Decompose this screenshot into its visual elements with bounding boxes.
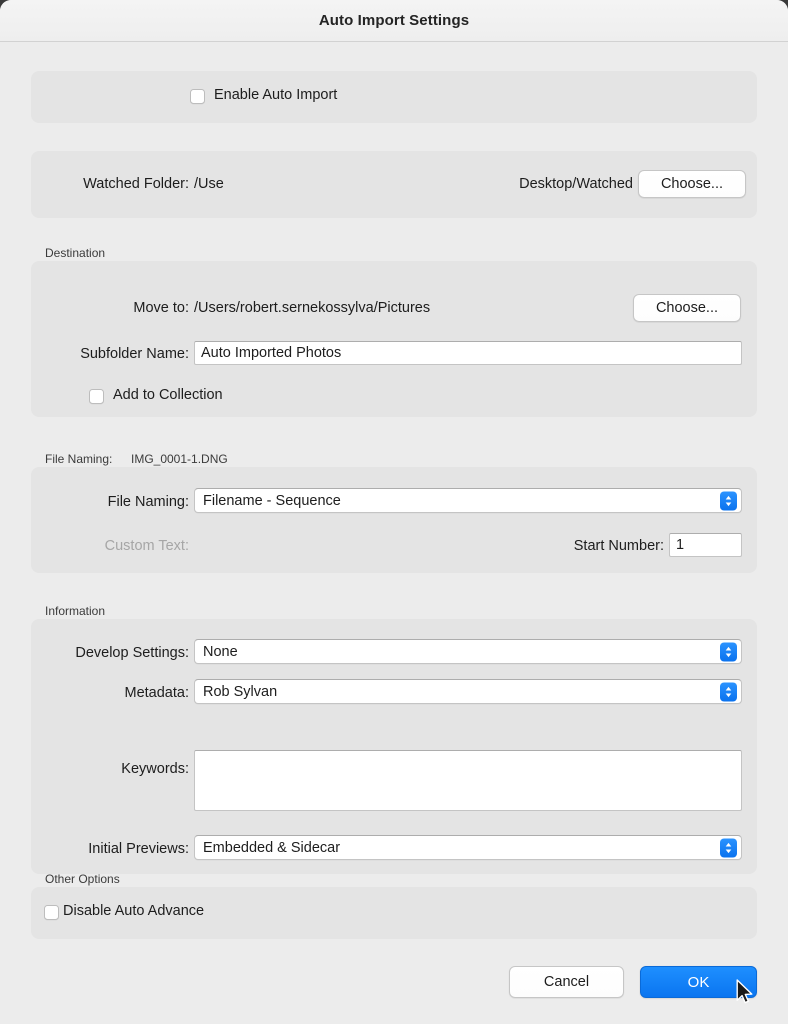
initial-previews-select-value: Embedded & Sidecar [203, 839, 341, 856]
custom-text-label: Custom Text: [104, 538, 189, 554]
enable-auto-import-label: Enable Auto Import [214, 87, 338, 103]
cancel-button[interactable]: Cancel [509, 966, 624, 998]
metadata-select[interactable]: Rob Sylvan [194, 679, 742, 704]
disable-auto-advance-checkbox[interactable] [44, 905, 59, 920]
keywords-input[interactable] [194, 750, 742, 811]
disable-auto-advance-label: Disable Auto Advance [63, 903, 205, 919]
chevron-updown-icon [720, 491, 737, 510]
subfolder-name-input[interactable]: Auto Imported Photos [194, 341, 742, 365]
information-section-label: Information [45, 604, 106, 618]
start-number-input[interactable]: 1 [669, 533, 742, 557]
move-to-path: /Users/robert.sernekossylva/Pictures [194, 300, 431, 316]
start-number-label: Start Number: [573, 538, 664, 554]
add-to-collection-checkbox[interactable] [89, 389, 104, 404]
develop-settings-select[interactable]: None [194, 639, 742, 664]
auto-import-settings-window: Auto Import Settings Enable Auto Import … [0, 0, 788, 1024]
move-to-label: Move to: [133, 300, 189, 316]
watched-folder-label: Watched Folder: [83, 176, 189, 192]
initial-previews-select[interactable]: Embedded & Sidecar [194, 835, 742, 860]
other-options-panel: Disable Auto Advance [31, 887, 757, 939]
develop-settings-label: Develop Settings: [75, 645, 189, 661]
add-to-collection-label: Add to Collection [113, 387, 223, 403]
destination-choose-button[interactable]: Choose... [633, 294, 741, 322]
file-naming-preview: IMG_0001-1.DNG [131, 452, 228, 466]
keywords-label: Keywords: [121, 761, 189, 777]
information-panel: Develop Settings: None Metadata: Rob Syl… [31, 619, 757, 874]
chevron-updown-icon [720, 682, 737, 701]
destination-section-label: Destination [45, 246, 106, 260]
destination-panel: Move to: /Users/robert.sernekossylva/Pic… [31, 261, 757, 417]
watched-folder-path-start: /Use [194, 176, 224, 192]
file-naming-panel: File Naming: Filename - Sequence Custom … [31, 467, 757, 573]
file-naming-select[interactable]: Filename - Sequence [194, 488, 742, 513]
chevron-updown-icon [720, 838, 737, 857]
window-title: Auto Import Settings [318, 12, 470, 29]
dialog-content: Enable Auto Import Watched Folder: /Use … [0, 43, 788, 1024]
watched-folder-panel: Watched Folder: /Use Desktop/Watched Cho… [31, 151, 757, 218]
ok-button[interactable]: OK [640, 966, 757, 998]
enable-auto-import-panel: Enable Auto Import [31, 71, 757, 123]
metadata-label: Metadata: [124, 685, 190, 701]
subfolder-name-label: Subfolder Name: [80, 346, 189, 362]
develop-settings-select-value: None [203, 643, 238, 660]
chevron-updown-icon [720, 642, 737, 661]
other-options-section-label: Other Options [45, 872, 120, 886]
file-naming-select-value: Filename - Sequence [203, 492, 341, 509]
file-naming-label: File Naming: [107, 494, 189, 510]
enable-auto-import-checkbox[interactable] [190, 89, 205, 104]
initial-previews-label: Initial Previews: [88, 841, 189, 857]
file-naming-section-label: File Naming: [45, 452, 113, 466]
watched-folder-path-end: Desktop/Watched [519, 176, 633, 192]
watched-folder-choose-button[interactable]: Choose... [638, 170, 746, 198]
metadata-select-value: Rob Sylvan [203, 683, 278, 700]
window-titlebar: Auto Import Settings [0, 0, 788, 42]
